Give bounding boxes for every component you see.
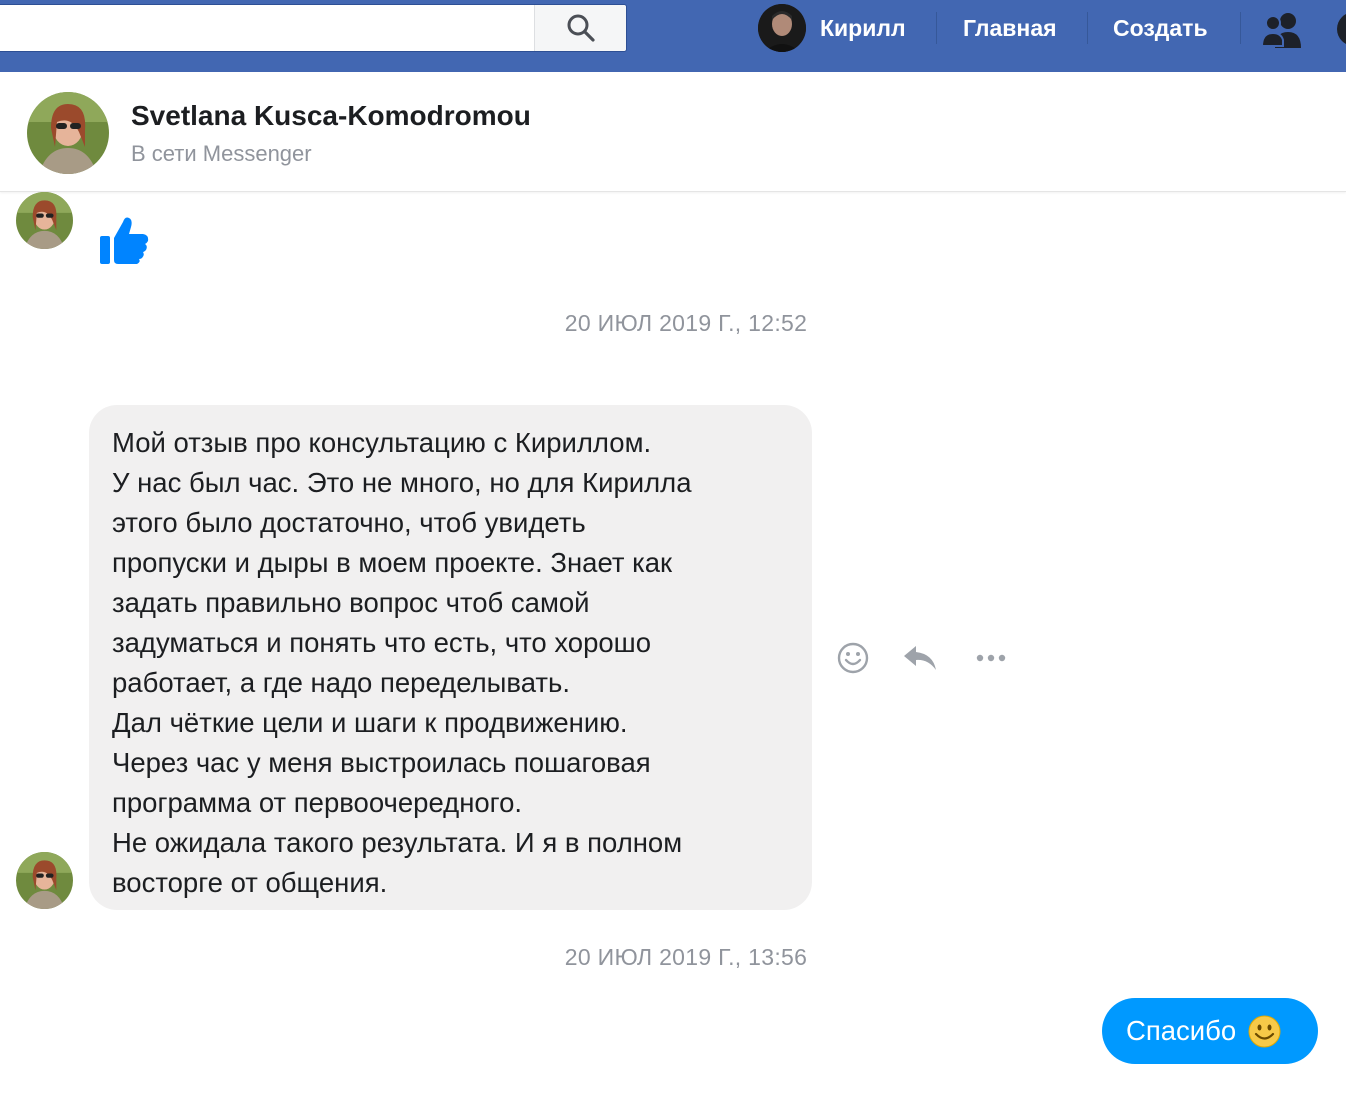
profile-name-link[interactable]: Кирилл — [820, 13, 906, 43]
reply-button[interactable] — [902, 643, 938, 673]
message-line: восторге от общения. — [112, 867, 388, 898]
sender-photo — [16, 852, 73, 909]
nav-divider — [1240, 12, 1241, 44]
message-line: Не ожидала такого результата. И я в полн… — [112, 827, 683, 858]
sender-photo — [16, 192, 73, 249]
smile-react-icon — [837, 642, 869, 674]
nav-divider — [1087, 12, 1088, 44]
profile-avatar[interactable] — [758, 4, 806, 52]
messenger-icon — [1337, 14, 1346, 44]
message-line: Мой отзыв про консультацию с Кириллом. — [112, 427, 652, 458]
sender-avatar — [16, 852, 73, 909]
search-button[interactable] — [534, 5, 626, 51]
contact-avatar[interactable] — [27, 92, 109, 174]
message-line: задуматься и понять что есть, что хорошо — [112, 627, 652, 658]
more-icon — [976, 654, 1006, 662]
message-line: У нас был час. Это не много, но для Кири… — [112, 467, 692, 498]
reply-text: Спасибо — [1126, 1015, 1237, 1046]
home-link[interactable]: Главная — [963, 13, 1057, 43]
outgoing-message-bubble[interactable]: Спасибо — [1102, 998, 1318, 1064]
conversation-header: Svetlana Kusca-Komodromou В сети Messeng… — [0, 72, 1346, 192]
contact-photo — [27, 92, 109, 174]
search-box — [0, 4, 627, 52]
nav-divider — [936, 12, 937, 44]
message-line: работает, а где надо переделывать. — [112, 667, 570, 698]
more-button[interactable] — [974, 650, 1008, 666]
message-line: программа от первоочередного. — [112, 787, 523, 818]
thumbs-up-icon — [100, 217, 149, 264]
create-link[interactable]: Создать — [1113, 13, 1208, 43]
react-button[interactable] — [836, 641, 870, 675]
incoming-message-bubble[interactable]: Мой отзыв про консультацию с Кириллом. У… — [89, 405, 812, 910]
message-timestamp: 20 ИЮЛ 2019 Г., 13:56 — [564, 944, 808, 970]
messenger-button[interactable] — [1334, 10, 1346, 50]
message-line: Дал чёткие цели и шаги к продвижению. — [112, 707, 628, 738]
sender-avatar — [16, 192, 73, 249]
message-line: этого было достаточно, чтоб увидеть — [112, 507, 586, 538]
message-line: пропуски и дыры в моем проекте. Знает ка… — [112, 547, 673, 578]
friend-requests-button[interactable] — [1260, 10, 1305, 50]
contact-status: В сети Messenger — [131, 141, 312, 166]
like-message[interactable] — [99, 214, 151, 266]
contact-name[interactable]: Svetlana Kusca-Komodromou — [131, 99, 531, 133]
message-timestamp: 20 ИЮЛ 2019 Г., 12:52 — [564, 310, 808, 336]
search-icon — [567, 14, 595, 42]
reply-icon — [904, 646, 936, 670]
profile-photo — [758, 4, 806, 52]
smiling-face-emoji — [1248, 1015, 1281, 1047]
search-input[interactable] — [0, 5, 534, 51]
friends-icon — [1260, 13, 1301, 48]
message-line: Через час у меня выстроилась пошаговая — [112, 747, 651, 778]
top-navigation-bar: Кирилл Главная Создать — [0, 0, 1346, 72]
message-line: задать правильно вопрос чтоб самой — [112, 587, 590, 618]
